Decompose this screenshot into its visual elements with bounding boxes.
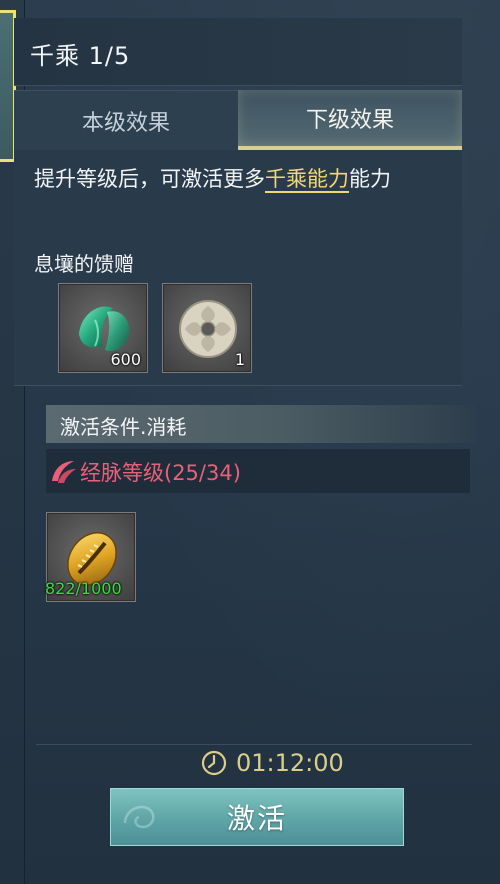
countdown-timer: 01:12:00: [200, 746, 344, 780]
page-title: 千乘 1/5: [30, 42, 131, 70]
tab-next-level[interactable]: 下级效果: [238, 90, 462, 150]
meridian-icon: [52, 461, 76, 483]
item-count: 1: [234, 350, 245, 369]
ability-link[interactable]: 千乘能力: [265, 167, 349, 193]
effect-tabs: 本级效果 下级效果: [14, 90, 462, 150]
white-jade-disc-icon: [179, 300, 237, 358]
requirement-text: 经脉等级(25/34): [80, 461, 241, 485]
clock-icon: [201, 750, 227, 776]
cost-item-count: 822/1000: [45, 579, 122, 598]
effect-description: 提升等级后，可激活更多千乘能力能力: [34, 164, 454, 195]
description-prefix: 提升等级后，可激活更多: [34, 167, 265, 191]
timer-value: 01:12:00: [236, 749, 344, 777]
cost-item-slot[interactable]: 822/1000: [45, 512, 136, 602]
swirl-decoration-icon: [123, 805, 155, 829]
divider: [36, 744, 472, 745]
item-count: 600: [110, 350, 141, 369]
gift-label: 息壤的馈赠: [34, 252, 134, 276]
conditions-title: 激活条件.消耗: [60, 415, 187, 439]
description-suffix: 能力: [349, 167, 391, 191]
activate-button[interactable]: 激活: [110, 788, 404, 846]
requirement-row: 经脉等级(25/34): [46, 449, 470, 493]
tab-current-level[interactable]: 本级效果: [14, 90, 238, 150]
activate-button-label: 激活: [226, 802, 287, 835]
gift-item-slot[interactable]: 1: [162, 283, 252, 373]
gift-item-slot[interactable]: 600: [58, 283, 148, 373]
